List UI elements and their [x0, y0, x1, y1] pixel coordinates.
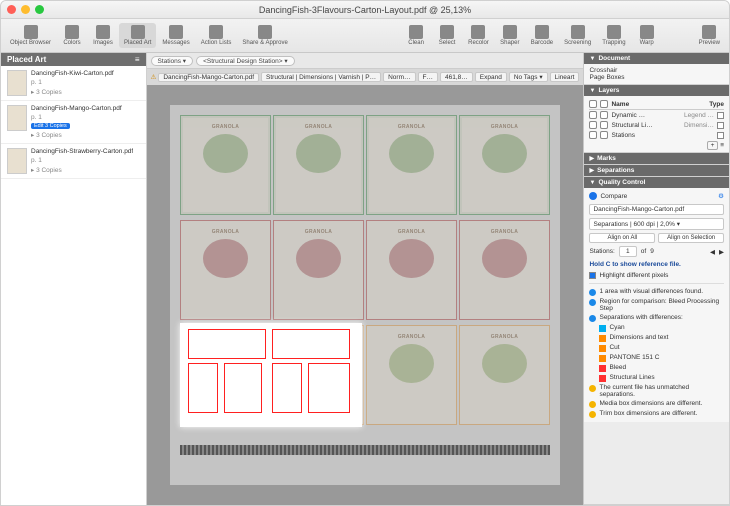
placed-item[interactable]: DancingFish-Strawberry-Carton.pdfp. 1▸ 3… — [1, 144, 146, 179]
layer-row[interactable]: Structural Li…Dimensi… — [589, 120, 724, 130]
lock-toggle[interactable] — [600, 121, 608, 129]
toolbar-recolor[interactable]: Recolor — [463, 23, 494, 48]
panel-menu-icon[interactable]: ≡ — [135, 55, 140, 64]
docbar-segment[interactable]: F… — [418, 72, 438, 82]
visibility-toggle[interactable] — [589, 121, 597, 129]
qc-settings-icon[interactable]: ⚙ — [718, 192, 724, 200]
doc-name[interactable]: DancingFish-Mango-Carton.pdf — [158, 73, 259, 82]
align-selection-button[interactable]: Align on Selection — [658, 233, 724, 243]
layers-section-header[interactable]: ▼Layers — [584, 85, 729, 96]
document-section-header[interactable]: ▼Document — [584, 53, 729, 64]
stations-bar: Stations ▾ <Structural Design Station> ▾ — [147, 53, 584, 69]
edit-copies-badge[interactable]: Edit 3 Copies — [31, 123, 70, 129]
toolbar-colors[interactable]: Colors — [57, 23, 87, 48]
add-layer-button[interactable]: + — [707, 141, 719, 150]
station-option-dropdown[interactable]: <Structural Design Station> ▾ — [196, 56, 295, 66]
layer-row[interactable]: Dynamic …Legend … — [589, 110, 724, 120]
docbar-segment[interactable]: No Tags ▾ — [509, 72, 548, 82]
layer-check[interactable] — [717, 122, 724, 129]
toolbar-placed-art[interactable]: Placed Art — [119, 23, 156, 48]
qc-separation: Cyan — [599, 323, 724, 333]
visibility-toggle[interactable] — [589, 131, 597, 139]
toolbar-barcode[interactable]: Barcode — [526, 23, 558, 48]
qc-separation: PANTONE 151 C — [599, 353, 724, 363]
align-all-button[interactable]: Align on All — [589, 233, 655, 243]
layer-row[interactable]: Stations — [589, 130, 724, 140]
thumbnail — [7, 70, 27, 96]
stations-label: Stations: — [589, 248, 614, 255]
compare-label: Compare — [600, 193, 627, 200]
toolbar-action-lists[interactable]: Action Lists — [196, 23, 237, 48]
qc-warning: The current file has unmatched separatio… — [589, 383, 724, 399]
layout-sheet: GRANOLAGRANOLAGRANOLAGRANOLA GRANOLAGRAN… — [170, 105, 560, 485]
toolbar-select[interactable]: Select — [432, 23, 462, 48]
thumbnail — [7, 148, 27, 174]
station-index-field[interactable]: 1 — [619, 246, 637, 257]
diff-highlight-region — [180, 323, 362, 427]
layers-menu-icon[interactable]: ≡ — [720, 142, 724, 149]
visibility-toggle[interactable] — [589, 111, 597, 119]
placed-art-header: Placed Art≡ — [1, 53, 146, 66]
toolbar-messages[interactable]: Messages — [157, 23, 194, 48]
window-title: DancingFish-3Flavours-Carton-Layout.pdf … — [1, 5, 729, 15]
qc-separation: Cut — [599, 343, 724, 353]
qc-warning: Media box dimensions are different. — [589, 399, 724, 409]
canvas-area: Stations ▾ <Structural Design Station> ▾… — [147, 53, 584, 505]
eye-icon — [589, 100, 597, 108]
color-bar — [180, 445, 550, 455]
docbar-segment[interactable]: Structural | Dimensions | Varnish | P… — [261, 72, 381, 82]
lock-toggle[interactable] — [600, 131, 608, 139]
qc-separation: Bleed — [599, 363, 724, 373]
stations-dropdown[interactable]: Stations ▾ — [151, 56, 194, 66]
toolbar-clean[interactable]: Clean — [401, 23, 431, 48]
qc-warning: Trim box dimensions are different. — [589, 409, 724, 419]
sidebar-placed-art: Placed Art≡ DancingFish-Kiwi-Carton.pdfp… — [1, 53, 147, 505]
toolbar-sep — [663, 23, 693, 48]
layer-check[interactable] — [717, 132, 724, 139]
layer-check[interactable] — [717, 112, 724, 119]
placed-item[interactable]: DancingFish-Kiwi-Carton.pdfp. 1▸ 3 Copie… — [1, 66, 146, 101]
qc-section-header[interactable]: ▼Quality Control — [584, 177, 729, 188]
docbar-segment[interactable]: 461,8… — [440, 72, 473, 82]
toolbar-screening[interactable]: Screening — [559, 23, 596, 48]
toolbar-object-browser[interactable]: Object Browser — [5, 23, 56, 48]
toolbar-warp[interactable]: Warp — [632, 23, 662, 48]
highlight-checkbox[interactable] — [589, 272, 596, 279]
doc-warn-icon: ⚠ — [151, 73, 157, 81]
reference-file-field[interactable]: DancingFish-Mango-Carton.pdf — [589, 204, 724, 215]
docbar-segment[interactable]: Expand — [475, 72, 507, 82]
separations-section-header[interactable]: ▶Separations — [584, 165, 729, 176]
canvas[interactable]: GRANOLAGRANOLAGRANOLAGRANOLA GRANOLAGRAN… — [147, 85, 584, 505]
toolbar-share-approve[interactable]: Share & Approve — [237, 23, 292, 48]
qc-message: 1 area with visual differences found. — [589, 287, 724, 297]
radio-icon[interactable] — [589, 192, 597, 200]
qc-message: Separations with differences: — [589, 313, 724, 323]
hold-c-hint: Hold C to show reference file. — [589, 261, 724, 268]
marks-section-header[interactable]: ▶Marks — [584, 153, 729, 164]
qc-message: Region for comparison: Bleed Processing … — [589, 297, 724, 313]
qc-separation: Dimensions and text — [599, 333, 724, 343]
toolbar-shaper[interactable]: Shaper — [495, 23, 525, 48]
toolbar-preview[interactable]: Preview — [694, 23, 725, 48]
pageboxes-row[interactable]: Page Boxes — [589, 74, 724, 81]
crosshair-row[interactable]: Crosshair — [589, 67, 724, 74]
toolbar-images[interactable]: Images — [88, 23, 118, 48]
docbar-segment[interactable]: Lineart — [550, 72, 580, 82]
prev-station-button[interactable]: ◀ — [710, 248, 715, 256]
toolbar-trapping[interactable]: Trapping — [597, 23, 630, 48]
thumbnail — [7, 105, 27, 131]
app-window: DancingFish-3Flavours-Carton-Layout.pdf … — [0, 0, 730, 506]
qc-separation: Structural Lines — [599, 373, 724, 383]
placed-item[interactable]: DancingFish-Mango-Carton.pdfp. 1Edit 3 C… — [1, 101, 146, 144]
main-toolbar: Object BrowserColorsImagesPlaced ArtMess… — [1, 19, 729, 53]
lock-icon — [600, 100, 608, 108]
separations-field[interactable]: Separations | 600 dpi | 2,0% ▾ — [589, 218, 724, 230]
docbar-segment[interactable]: Norm… — [383, 72, 415, 82]
next-station-button[interactable]: ▶ — [719, 248, 724, 256]
document-bar: ⚠ DancingFish-Mango-Carton.pdf Structura… — [147, 69, 584, 85]
right-panel: ▼Document Crosshair Page Boxes ▼Layers N… — [583, 53, 729, 505]
titlebar: DancingFish-3Flavours-Carton-Layout.pdf … — [1, 1, 729, 19]
lock-toggle[interactable] — [600, 111, 608, 119]
